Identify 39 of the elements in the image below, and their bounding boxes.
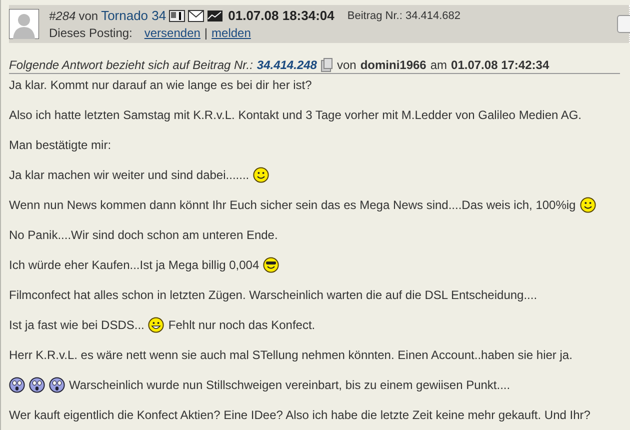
profile-card-icon[interactable] (169, 10, 186, 22)
sunglasses-smiley-icon (263, 257, 280, 273)
post-id-label: Beitrag Nr.: 34.414.682 (347, 10, 461, 22)
on-label: am (430, 58, 448, 72)
separator: | (204, 26, 208, 40)
post-text: Warscheinlich wurde nun Stillschweigen vereinbart, bis zu einem gewiisen Punkt.... (69, 378, 510, 392)
post-text: Man bestätigte mir: (9, 138, 112, 152)
by-label: von (336, 58, 356, 72)
send-link[interactable]: versenden (144, 26, 200, 40)
post-number-link[interactable]: 34.414.248 (256, 58, 317, 72)
post-text: Fehlt nur noch das Konfect. (168, 318, 316, 332)
posting-label: Dieses Posting: (49, 26, 132, 40)
grinning-smiley-icon (148, 317, 164, 333)
post-text: Herr K.R.v.L. es wäre nett wenn sie auch mal STellung nehmen könnten. Einen Account..haben sie hier ja. (9, 348, 572, 362)
post-text: Wenn nun News kommen dann könnt Ihr Euch sicher sein das es Mega News sind....Das weis ich, 100%ig (9, 198, 576, 212)
smiley-icon (580, 197, 596, 213)
reply-user: domini1966 (360, 58, 426, 72)
post-text: Wer kauft eigentlich die Konfect Aktien? Eine IDee? Also ich habe die letzte Zeit keine mehr gekauft. Und Ihr? (9, 408, 590, 422)
post-datetime: 01.07.08 18:34:04 (228, 8, 334, 23)
shocked-face-icon (9, 377, 25, 393)
post-text: Ja klar. Kommt nur darauf an wie lange es bei dir her ist? (9, 78, 312, 92)
post-text: Ist ja fast wie bei DSDS... (9, 318, 144, 332)
post-number: #284 (49, 8, 76, 22)
author-link[interactable]: Tornado 34 (101, 8, 166, 23)
reply-reference-label: Folgende Antwort bezieht sich auf Beitrag Nr.: (9, 58, 253, 72)
by-label: von (78, 8, 98, 22)
shocked-face-icon (29, 377, 45, 393)
post-text: No Panik....Wir sind doch schon am unteren Ende. (9, 228, 278, 242)
shocked-face-icon (49, 377, 65, 393)
post-text: Ich würde eher Kaufen...Ist ja Mega billig 0,004 (9, 258, 260, 272)
document-icon[interactable] (320, 58, 333, 72)
reply-datetime: 01.07.08 17:42:34 (451, 58, 550, 72)
chart-icon[interactable] (207, 10, 224, 22)
report-link[interactable]: melden (212, 26, 251, 40)
post-text: Also ich hatte letzten Samstag mit K.R.v.L. Kontakt und 3 Tage vorher mit M.Ledder von Galileo Medien AG. (9, 108, 582, 122)
post-text: Filmconfect hat alles schon in letzten Zügen. Warscheinlich warten die auf die DSL Entscheidung.... (9, 288, 538, 302)
post-text: Ja klar machen wir weiter und sind dabei....... (9, 168, 250, 182)
smiley-icon (253, 167, 270, 183)
mail-icon[interactable] (188, 10, 204, 22)
